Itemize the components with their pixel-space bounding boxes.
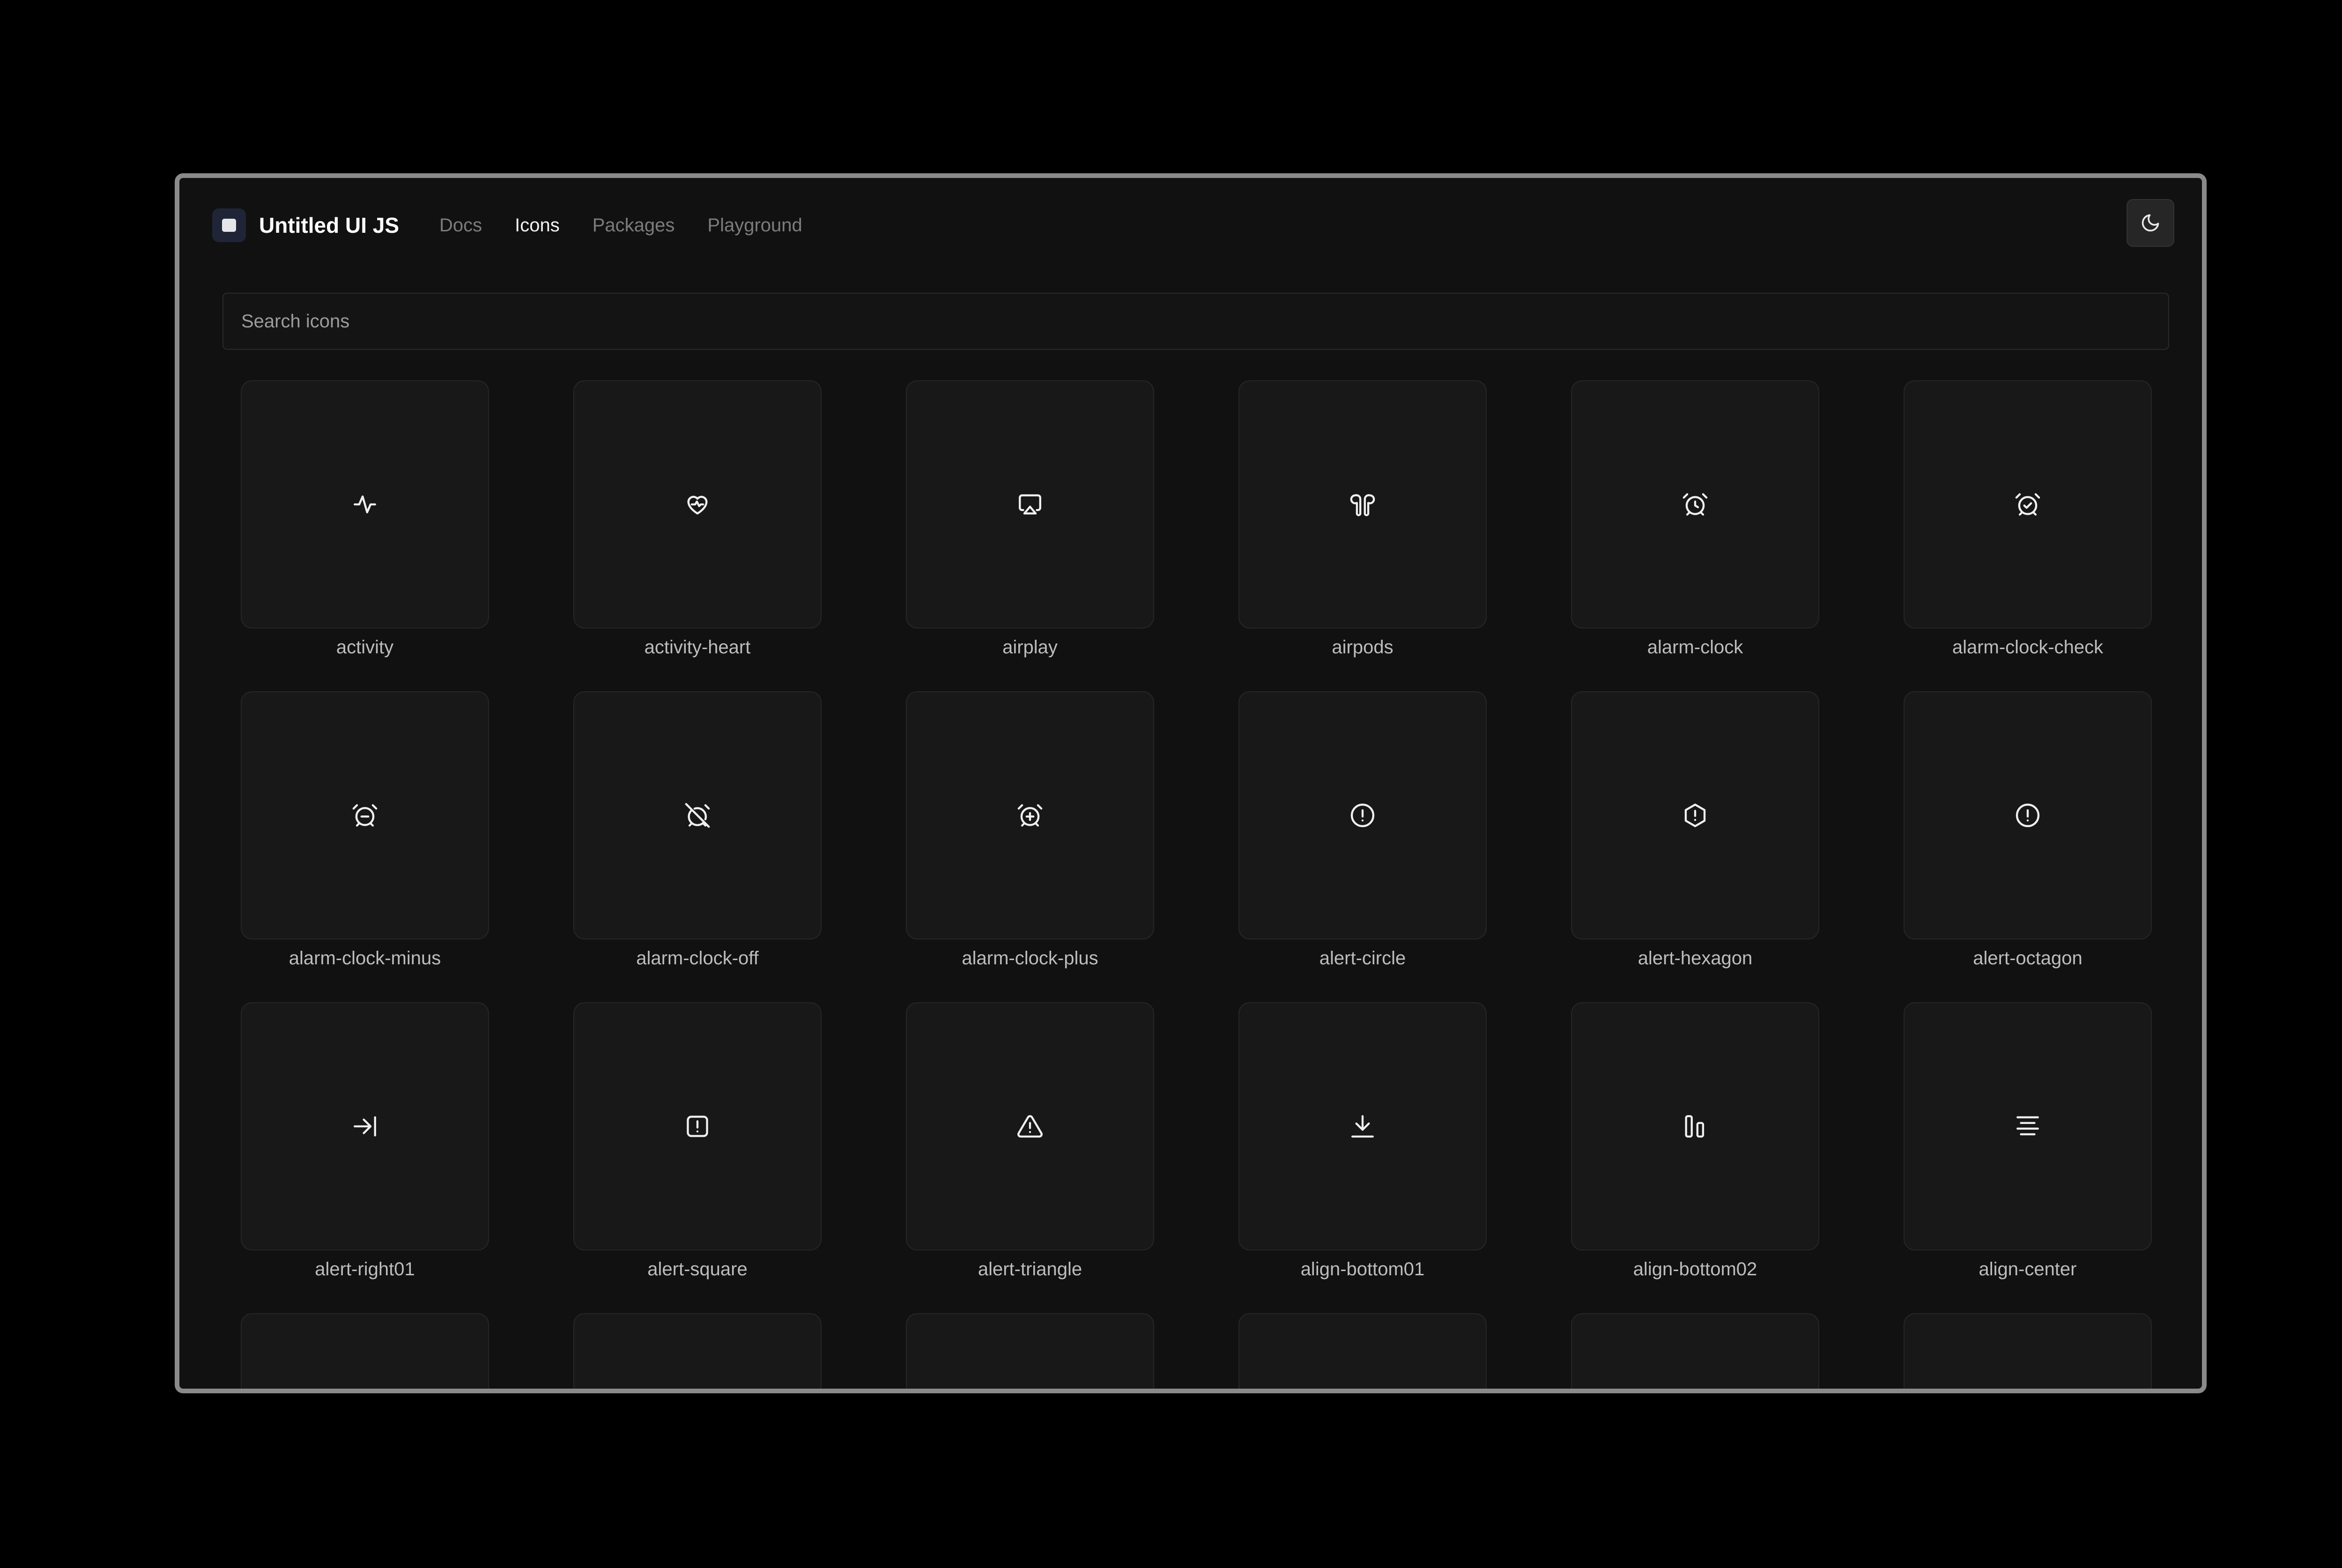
icon-label: alert-hexagon <box>1638 948 1753 969</box>
icon-label: alert-triangle <box>978 1259 1082 1280</box>
icon-label: airpods <box>1332 637 1393 658</box>
icon-label: alarm-clock-minus <box>289 948 441 969</box>
icon-card-alert-hexagon[interactable] <box>1571 691 1819 939</box>
icon-card-alert-triangle[interactable] <box>906 1002 1154 1250</box>
align-bottom02-icon <box>1685 1115 1705 1138</box>
icon-card-airpods[interactable] <box>1238 380 1487 629</box>
logo-mark <box>222 219 236 232</box>
icon-card-alert-right01[interactable] <box>241 1002 489 1250</box>
icon-label: align-center <box>1979 1259 2077 1280</box>
icon-card[interactable] <box>241 1313 489 1389</box>
logo[interactable] <box>212 208 246 242</box>
airpods-icon <box>1350 494 1375 517</box>
icon-card[interactable] <box>906 1313 1154 1389</box>
brand-name[interactable]: Untitled UI JS <box>259 211 399 240</box>
icon-card-alarm-clock-minus[interactable] <box>241 691 489 939</box>
icon-card-align-bottom01[interactable] <box>1238 1002 1487 1250</box>
icon-card-alarm-clock[interactable] <box>1571 380 1819 629</box>
main-nav: Docs Icons Packages Playground <box>439 212 835 239</box>
alarm-clock-icon <box>1682 493 1708 516</box>
alert-circle-icon <box>1350 803 1375 828</box>
icon-label: alert-right01 <box>315 1259 415 1280</box>
icon-label: align-bottom01 <box>1300 1259 1425 1280</box>
alarm-clock-check-icon <box>2015 493 2040 516</box>
moon-icon <box>2142 214 2159 232</box>
icon-card[interactable] <box>1904 1313 2152 1389</box>
app-window: Untitled UI JS Docs Icons Packages Playg… <box>175 173 2207 1393</box>
icon-label: alert-circle <box>1319 948 1406 969</box>
icon-label: activity <box>336 637 394 658</box>
icon-card[interactable] <box>1571 1313 1819 1389</box>
icon-label: alert-octagon <box>1973 948 2083 969</box>
icon-card-alert-octagon[interactable] <box>1904 691 2152 939</box>
icon-card-alert-circle[interactable] <box>1238 691 1487 939</box>
icon-label: alarm-clock <box>1647 637 1743 658</box>
alert-square-icon <box>687 1116 708 1137</box>
alarm-clock-plus-icon <box>1017 804 1043 827</box>
nav-icons[interactable]: Icons <box>515 212 560 239</box>
icon-card-airplay[interactable] <box>906 380 1154 629</box>
icon-card-alarm-clock-plus[interactable] <box>906 691 1154 939</box>
align-center-icon <box>2016 1116 2039 1136</box>
icon-card[interactable] <box>1238 1313 1487 1389</box>
search-input[interactable] <box>222 293 2169 350</box>
icon-label: align-bottom02 <box>1633 1259 1757 1280</box>
icon-label: activity-heart <box>644 637 751 658</box>
nav-playground[interactable]: Playground <box>707 212 802 239</box>
icon-card-align-bottom02[interactable] <box>1571 1002 1819 1250</box>
icon-label: alert-square <box>647 1259 748 1280</box>
airplay-icon <box>1019 494 1041 515</box>
nav-packages[interactable]: Packages <box>593 212 675 239</box>
icon-card-alarm-clock-check[interactable] <box>1904 380 2152 629</box>
alert-triangle-icon <box>1017 1115 1043 1138</box>
icon-card-alarm-clock-off[interactable] <box>573 691 822 939</box>
icon-label: alarm-clock-plus <box>962 948 1098 969</box>
alert-octagon-icon <box>2016 803 2040 828</box>
icon-card-activity-heart[interactable] <box>573 380 822 629</box>
alert-hexagon-icon <box>1684 803 1706 828</box>
top-navigation: Untitled UI JS Docs Icons Packages Playg… <box>179 178 2202 262</box>
icon-label: alarm-clock-check <box>1952 637 2104 658</box>
icon-card[interactable] <box>573 1313 822 1389</box>
activity-heart-icon <box>687 496 708 515</box>
icon-card-alert-square[interactable] <box>573 1002 822 1250</box>
icon-card-activity[interactable] <box>241 380 489 629</box>
theme-toggle-button[interactable] <box>2127 199 2174 247</box>
alarm-clock-off-icon <box>685 803 710 828</box>
icon-label: airplay <box>1002 637 1058 658</box>
icon-card-align-center[interactable] <box>1904 1002 2152 1250</box>
alarm-clock-minus-icon <box>352 804 378 827</box>
nav-docs[interactable]: Docs <box>439 212 482 239</box>
align-bottom01-icon <box>1351 1115 1374 1138</box>
alert-right01-icon <box>354 1116 376 1137</box>
activity-icon <box>354 495 376 514</box>
icon-label: alarm-clock-off <box>636 948 759 969</box>
